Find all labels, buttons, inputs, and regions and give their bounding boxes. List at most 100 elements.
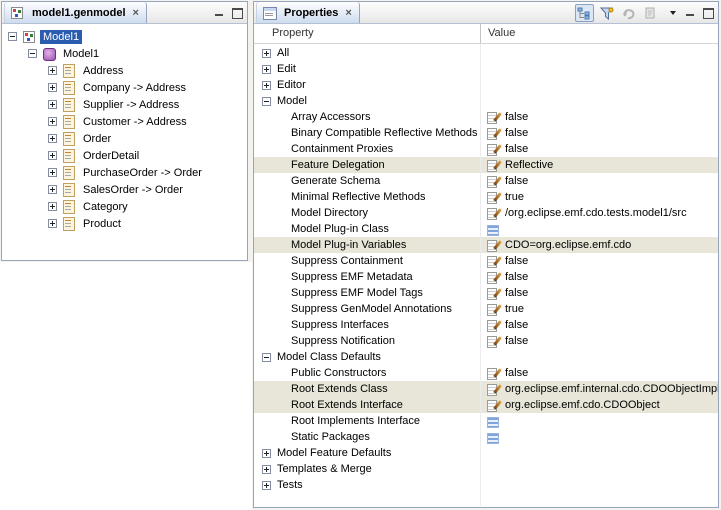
value-cell[interactable]: false bbox=[481, 143, 718, 156]
value-cell[interactable] bbox=[481, 415, 718, 428]
property-row[interactable]: Model Class Defaults bbox=[254, 349, 718, 365]
value-cell[interactable]: CDO=org.eclipse.emf.cdo bbox=[481, 239, 718, 252]
expand-icon[interactable] bbox=[262, 65, 271, 74]
tree-item[interactable]: Category bbox=[2, 198, 247, 215]
property-row[interactable]: Static Packages bbox=[254, 429, 718, 445]
property-row[interactable]: Tests bbox=[254, 477, 718, 493]
expand-icon[interactable] bbox=[262, 465, 271, 474]
close-icon[interactable] bbox=[133, 8, 139, 18]
property-row[interactable]: Templates & Merge bbox=[254, 461, 718, 477]
property-row[interactable]: Root Implements Interface bbox=[254, 413, 718, 429]
property-row[interactable]: Containment Proxiesfalse bbox=[254, 141, 718, 157]
property-row[interactable]: Minimal Reflective Methodstrue bbox=[254, 189, 718, 205]
value-cell[interactable]: true bbox=[481, 191, 718, 204]
value-cell[interactable]: false bbox=[481, 271, 718, 284]
expand-icon[interactable] bbox=[262, 81, 271, 90]
show-advanced-properties-button[interactable] bbox=[597, 4, 616, 22]
expand-icon[interactable] bbox=[48, 202, 57, 211]
property-row[interactable]: Feature DelegationReflective bbox=[254, 157, 718, 173]
expand-icon[interactable] bbox=[48, 117, 57, 126]
property-row[interactable]: Model Plug-in VariablesCDO=org.eclipse.e… bbox=[254, 237, 718, 253]
collapse-icon[interactable] bbox=[262, 97, 271, 106]
property-row[interactable]: Root Extends Interfaceorg.eclipse.emf.cd… bbox=[254, 397, 718, 413]
properties-tab-label: Properties bbox=[284, 7, 338, 19]
expand-icon[interactable] bbox=[48, 185, 57, 194]
expand-icon[interactable] bbox=[262, 449, 271, 458]
expand-icon[interactable] bbox=[48, 134, 57, 143]
collapse-icon[interactable] bbox=[28, 49, 37, 58]
property-row[interactable]: Suppress GenModel Annotationstrue bbox=[254, 301, 718, 317]
expand-icon[interactable] bbox=[48, 100, 57, 109]
value-cell[interactable]: false bbox=[481, 111, 718, 124]
property-row[interactable]: All bbox=[254, 45, 718, 61]
property-row[interactable]: Suppress Containmentfalse bbox=[254, 253, 718, 269]
collapse-icon[interactable] bbox=[8, 32, 17, 41]
property-row[interactable]: Suppress EMF Model Tagsfalse bbox=[254, 285, 718, 301]
property-row[interactable]: Model Plug-in Class bbox=[254, 221, 718, 237]
tree-item[interactable]: OrderDetail bbox=[2, 147, 247, 164]
expand-icon[interactable] bbox=[48, 168, 57, 177]
tree-item[interactable]: Model1 bbox=[2, 28, 247, 45]
tree-item[interactable]: PurchaseOrder -> Order bbox=[2, 164, 247, 181]
value-cell[interactable]: false bbox=[481, 255, 718, 268]
property-row[interactable]: Editor bbox=[254, 77, 718, 93]
value-cell[interactable]: false bbox=[481, 319, 718, 332]
view-menu-button[interactable] bbox=[663, 4, 682, 22]
property-row[interactable]: Root Extends Class org.eclipse.emf.intern… bbox=[254, 381, 718, 397]
tree-item[interactable]: Model1 bbox=[2, 45, 247, 62]
value-cell[interactable]: true bbox=[481, 303, 718, 316]
show-advanced-properties-icon bbox=[599, 7, 614, 20]
value-cell[interactable]: false bbox=[481, 287, 718, 300]
tree-item[interactable]: Product bbox=[2, 215, 247, 232]
property-row[interactable]: Model Directory/org.eclipse.emf.cdo.test… bbox=[254, 205, 718, 221]
property-row[interactable]: Generate Schemafalse bbox=[254, 173, 718, 189]
value-cell[interactable]: false bbox=[481, 175, 718, 188]
property-name: Tests bbox=[277, 479, 303, 491]
property-row[interactable]: Suppress Interfacesfalse bbox=[254, 317, 718, 333]
tree-item[interactable]: SalesOrder -> Order bbox=[2, 181, 247, 198]
column-divider[interactable] bbox=[480, 24, 481, 43]
value-cell[interactable]: org.eclipse.emf.internal.cdo.CDOObjectIm… bbox=[481, 383, 718, 396]
expand-icon[interactable] bbox=[48, 219, 57, 228]
pin-button[interactable] bbox=[641, 4, 660, 22]
property-name: Root Extends Class bbox=[291, 383, 388, 395]
tree-item[interactable]: Supplier -> Address bbox=[2, 96, 247, 113]
expand-icon[interactable] bbox=[48, 83, 57, 92]
tree-item[interactable]: Address bbox=[2, 62, 247, 79]
property-row[interactable]: Binary Compatible Reflective Methodsfals… bbox=[254, 125, 718, 141]
view-menu-icon bbox=[670, 11, 676, 15]
restore-default-value-button[interactable] bbox=[619, 4, 638, 22]
property-row[interactable]: Edit bbox=[254, 61, 718, 77]
tab-model1-genmodel[interactable]: model1.genmodel bbox=[4, 2, 147, 23]
expand-icon[interactable] bbox=[48, 151, 57, 160]
close-icon[interactable] bbox=[345, 8, 351, 18]
value-cell[interactable] bbox=[481, 223, 718, 236]
minimize-icon[interactable] bbox=[683, 6, 697, 19]
tree-item[interactable]: Order bbox=[2, 130, 247, 147]
property-row[interactable]: Model bbox=[254, 93, 718, 109]
tree-item[interactable]: Customer -> Address bbox=[2, 113, 247, 130]
expand-icon[interactable] bbox=[262, 481, 271, 490]
property-row[interactable]: Model Feature Defaults bbox=[254, 445, 718, 461]
property-row[interactable]: Public Constructorsfalse bbox=[254, 365, 718, 381]
value-cell[interactable] bbox=[481, 431, 718, 444]
property-row[interactable]: Array Accessorsfalse bbox=[254, 109, 718, 125]
value-cell[interactable]: /org.eclipse.emf.cdo.tests.model1/src bbox=[481, 207, 718, 220]
property-cell: Model Directory bbox=[254, 207, 481, 219]
value-cell[interactable]: false bbox=[481, 367, 718, 380]
property-row[interactable]: Suppress Notificationfalse bbox=[254, 333, 718, 349]
maximize-icon[interactable] bbox=[701, 6, 715, 19]
expand-icon[interactable] bbox=[48, 66, 57, 75]
tree-item[interactable]: Company -> Address bbox=[2, 79, 247, 96]
value-cell[interactable]: org.eclipse.emf.cdo.CDOObject bbox=[481, 399, 718, 412]
collapse-icon[interactable] bbox=[262, 353, 271, 362]
value-cell[interactable]: Reflective bbox=[481, 159, 718, 172]
value-cell[interactable]: false bbox=[481, 335, 718, 348]
show-categories-button[interactable] bbox=[575, 4, 594, 22]
value-cell[interactable]: false bbox=[481, 127, 718, 140]
property-row[interactable]: Suppress EMF Metadatafalse bbox=[254, 269, 718, 285]
expand-icon[interactable] bbox=[262, 49, 271, 58]
tab-properties[interactable]: Properties bbox=[256, 2, 360, 23]
minimize-icon[interactable] bbox=[212, 6, 226, 19]
maximize-icon[interactable] bbox=[230, 6, 244, 19]
